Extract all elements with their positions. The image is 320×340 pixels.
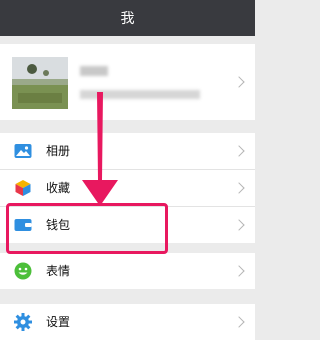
pointer-arrow xyxy=(82,92,118,206)
